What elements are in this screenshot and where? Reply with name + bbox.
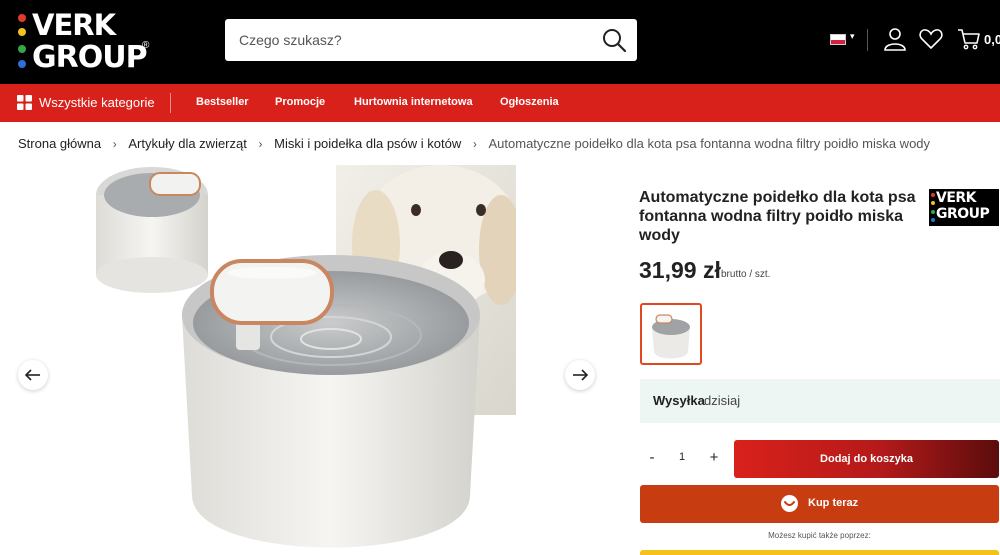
- logo-text-verk: VERK: [32, 8, 116, 42]
- user-icon[interactable]: [882, 26, 908, 52]
- brand-text-verk: VERK: [936, 190, 977, 206]
- site-header: VERK GROUP ® ▾ 0,0: [0, 0, 1000, 84]
- nav-divider: [170, 93, 171, 113]
- site-logo[interactable]: VERK GROUP ®: [18, 8, 158, 75]
- header-divider: [867, 29, 868, 51]
- alt-payment-button[interactable]: [640, 550, 999, 555]
- product-main-image[interactable]: [96, 165, 516, 555]
- buy-now-label: Kup teraz: [808, 497, 859, 509]
- chevron-right-icon: ›: [258, 136, 263, 151]
- search-input[interactable]: [239, 29, 589, 51]
- thumbnail-image: [652, 314, 690, 359]
- shipping-info: Wysyłka dzisiaj: [640, 379, 1000, 423]
- alt-payment-note: Możesz kupić także poprzez:: [768, 531, 871, 540]
- gallery-next-button[interactable]: [565, 360, 595, 390]
- language-flag-icon[interactable]: [830, 34, 846, 45]
- all-categories-label: Wszystkie kategorie: [39, 95, 155, 110]
- breadcrumb-current: Automatyczne poidełko dla kota psa fonta…: [488, 136, 931, 152]
- gallery-prev-button[interactable]: [18, 360, 48, 390]
- chevron-right-icon: ›: [472, 136, 477, 151]
- search-icon[interactable]: [601, 27, 627, 53]
- chevron-down-icon[interactable]: ▾: [850, 31, 855, 42]
- brand-logo[interactable]: VERK GROUP: [929, 189, 999, 226]
- grid-icon: [17, 95, 32, 110]
- nav-item-promocje[interactable]: Promocje: [275, 96, 325, 108]
- breadcrumb-subcategory[interactable]: Miski i poidełka dla psów i kotów: [274, 136, 461, 151]
- smile-icon: [781, 495, 798, 512]
- breadcrumb: Strona główna › Artykuły dla zwierząt › …: [18, 135, 930, 151]
- search-bar: [225, 19, 637, 61]
- heart-icon[interactable]: [918, 26, 944, 52]
- cart-total[interactable]: 0,0: [984, 32, 1000, 47]
- logo-registered-mark: ®: [142, 40, 150, 51]
- shipping-value: dzisiaj: [704, 393, 741, 408]
- price-note: brutto / szt.: [721, 269, 771, 280]
- logo-text-group: GROUP: [32, 40, 148, 75]
- quantity-input[interactable]: 1: [674, 451, 690, 463]
- logo-dot-yellow: [18, 28, 26, 36]
- logo-dot-red: [18, 14, 26, 22]
- brand-text-group: GROUP: [936, 206, 990, 222]
- shipping-label: Wysyłka: [653, 393, 705, 408]
- nav-item-bestseller[interactable]: Bestseller: [196, 96, 249, 108]
- product-price: 31,99 zł: [639, 257, 721, 283]
- logo-dot-blue: [18, 60, 26, 68]
- product-title: Automatyczne poidełko dla kota psa fonta…: [639, 189, 916, 244]
- quantity-increase-button[interactable]: +: [706, 449, 722, 469]
- arrow-left-icon: [24, 369, 40, 381]
- breadcrumb-home[interactable]: Strona główna: [18, 136, 101, 151]
- main-nav: Wszystkie kategorie Bestseller Promocje …: [0, 84, 1000, 122]
- chevron-right-icon: ›: [112, 136, 117, 151]
- logo-dot-green: [18, 45, 26, 53]
- brand-dot-red: [931, 193, 935, 197]
- quantity-decrease-button[interactable]: -: [644, 449, 660, 469]
- quantity-stepper: - 1 +: [640, 440, 728, 478]
- breadcrumb-category[interactable]: Artykuły dla zwierząt: [128, 136, 246, 151]
- add-to-cart-button[interactable]: Dodaj do koszyka: [734, 440, 999, 478]
- nav-item-ogloszenia[interactable]: Ogłoszenia: [500, 96, 559, 108]
- brand-dot-yellow: [931, 201, 935, 205]
- product-thumbnail[interactable]: [640, 303, 702, 365]
- cart-icon[interactable]: [956, 26, 982, 52]
- product-gallery: [0, 165, 615, 555]
- nav-item-hurtownia[interactable]: Hurtownia internetowa: [354, 96, 473, 108]
- arrow-right-icon: [573, 369, 589, 381]
- brand-dot-green: [931, 210, 935, 214]
- buy-now-button[interactable]: Kup teraz: [640, 485, 999, 523]
- brand-dot-blue: [931, 218, 935, 222]
